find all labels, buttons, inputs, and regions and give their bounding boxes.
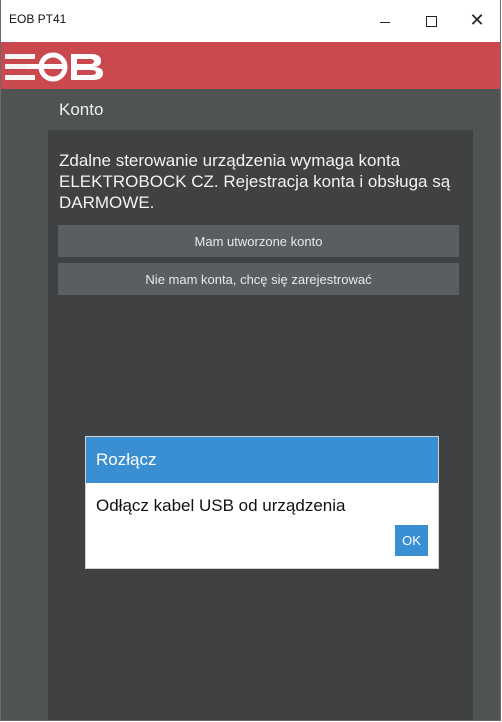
content-panel: [48, 130, 473, 720]
left-margin: [1, 130, 48, 720]
minimize-icon: [380, 21, 390, 23]
brand-bar: [1, 42, 500, 89]
maximize-icon: [425, 15, 437, 27]
section-header: Konto: [1, 89, 500, 130]
eob-logo: [5, 52, 103, 82]
register-button[interactable]: Nie mam konta, chcę się zarejestrować: [58, 263, 459, 295]
close-button[interactable]: ✕: [454, 0, 500, 42]
title-bar: EOB PT41 ✕: [1, 0, 500, 42]
disconnect-dialog: Rozłącz Odłącz kabel USB od urządzenia O…: [86, 437, 438, 568]
app-window: EOB PT41 ✕ Konto Zdalne sterowanie urząd…: [0, 0, 501, 721]
right-margin: [473, 130, 500, 720]
minimize-button[interactable]: [362, 0, 408, 42]
section-title: Konto: [59, 100, 104, 119]
ok-button[interactable]: OK: [395, 525, 428, 556]
have-account-button[interactable]: Mam utworzone konto: [58, 225, 459, 257]
dialog-title: Rozłącz: [96, 450, 157, 469]
close-icon: ✕: [469, 10, 485, 31]
account-description: Zdalne sterowanie urządzenia wymaga kont…: [59, 151, 451, 212]
dialog-message: Odłącz kabel USB od urządzenia: [96, 496, 346, 515]
window-title: EOB PT41: [9, 12, 67, 26]
dialog-header: Rozłącz: [86, 437, 438, 483]
maximize-button[interactable]: [408, 0, 454, 42]
